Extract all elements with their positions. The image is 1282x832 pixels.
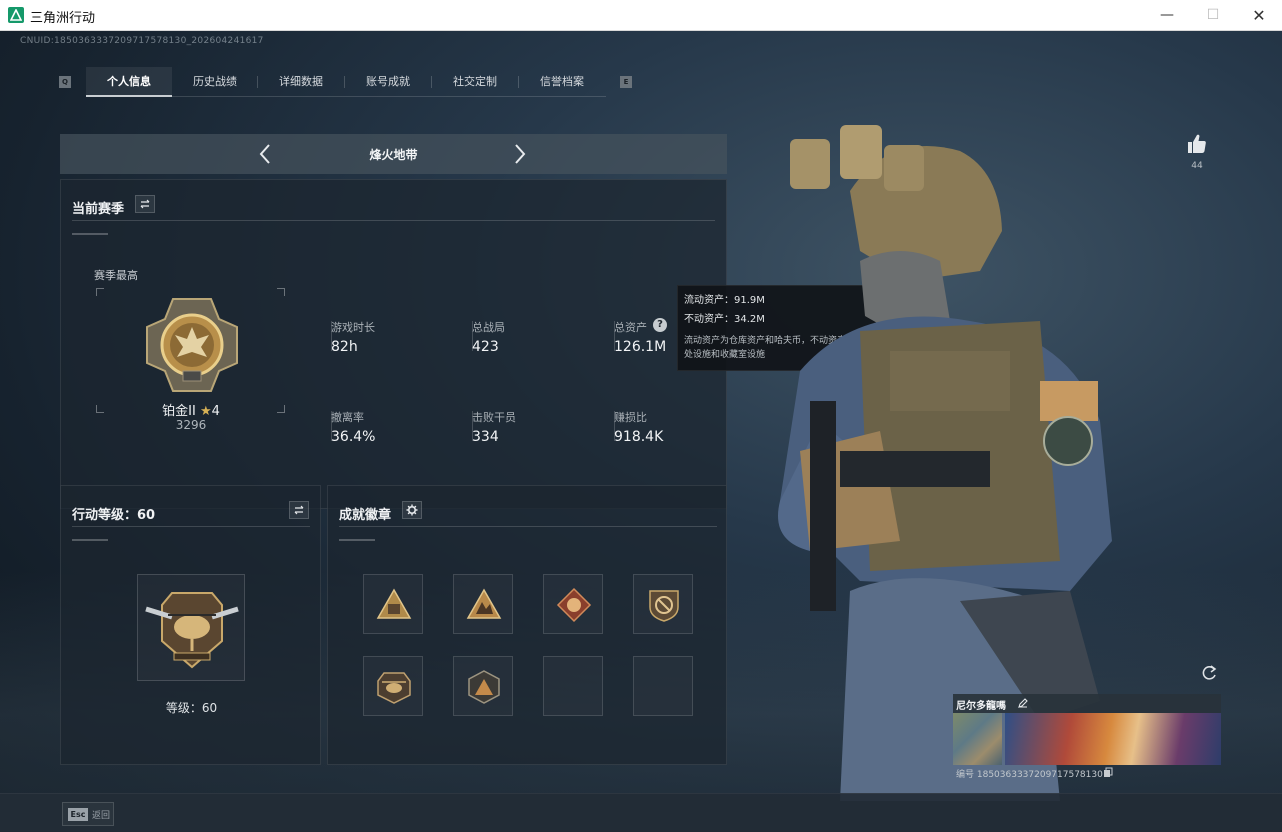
- close-button[interactable]: ✕: [1236, 0, 1282, 31]
- decor-line: [72, 539, 108, 541]
- tab-next-key[interactable]: E: [620, 76, 632, 88]
- swap-icon: [294, 505, 304, 515]
- profile-card[interactable]: 尼尔多龍嗎 编号 1850363337209717578130: [953, 694, 1221, 789]
- badge-slot[interactable]: [363, 574, 423, 634]
- help-icon[interactable]: ?: [653, 318, 667, 332]
- tab-bar: 个人信息 历史战绩 详细数据 账号成就 社交定制 信誉档案: [86, 67, 606, 97]
- esc-key-icon: Esc: [68, 808, 88, 821]
- badge-slot-empty[interactable]: [633, 656, 693, 716]
- tab-prev-key[interactable]: Q: [59, 76, 71, 88]
- mode-title: 烽火地带: [369, 148, 418, 162]
- like-widget[interactable]: 44: [1184, 133, 1210, 179]
- game-viewport: CNUID:1850363337209717578130_20260424161…: [0, 31, 1282, 832]
- back-label: 返回: [92, 811, 111, 821]
- stat-value: 82h: [331, 339, 358, 355]
- tab-details[interactable]: 详细数据: [258, 67, 344, 97]
- stat-value: 918.4K: [614, 429, 664, 445]
- stat-label: 撤离率: [331, 411, 364, 424]
- achievements-panel: 成就徽章: [327, 485, 727, 765]
- bottom-bar: Esc 返回: [0, 793, 1282, 832]
- badge-slot[interactable]: [363, 656, 423, 716]
- window-titlebar: 三角洲行动 — ☐ ✕: [0, 0, 1282, 31]
- mode-selector: 烽火地带: [60, 134, 727, 174]
- season-panel: 当前赛季 赛季最高 铂金II ★4 3296 游戏时长 82h 总战局 423 …: [60, 179, 727, 509]
- profile-name: 尼尔多龍嗎: [956, 701, 1006, 712]
- helicopter-badge-icon: [377, 672, 411, 704]
- badge-slot-empty[interactable]: [543, 656, 603, 716]
- stat-label: 击败干员: [472, 411, 516, 424]
- divider: [72, 526, 310, 527]
- divider: [72, 220, 715, 221]
- decor-line: [72, 233, 108, 235]
- stat-value: 36.4%: [331, 429, 376, 445]
- frame-corner: [96, 288, 104, 296]
- rank-emblem-icon: [146, 298, 238, 392]
- stat-value: 423: [472, 339, 499, 355]
- refresh-icon[interactable]: [1200, 664, 1218, 682]
- stat-label: 游戏时长: [331, 321, 375, 334]
- cnuid-text: CNUID:1850363337209717578130_20260424161…: [20, 36, 264, 46]
- season-title: 当前赛季: [72, 202, 125, 217]
- triangle-badge-icon: [376, 588, 412, 619]
- profile-map-thumbnail: [953, 713, 1002, 765]
- profile-banner: [1005, 713, 1221, 765]
- gear-icon: [406, 504, 418, 516]
- no-sign-badge-icon: [649, 590, 679, 622]
- badge-slot[interactable]: [543, 574, 603, 634]
- level-panel: 行动等级：60 等级：60: [60, 485, 321, 765]
- pencil-icon[interactable]: [1017, 697, 1029, 709]
- rank-stars: 4: [211, 404, 220, 419]
- stat-label: 赚损比: [614, 411, 647, 424]
- thumbs-up-icon[interactable]: [1186, 133, 1208, 155]
- decor-line: [339, 539, 375, 541]
- stat-label: 总战局: [472, 321, 505, 334]
- level-text: 等级：60: [165, 701, 218, 715]
- star-icon: ★: [199, 404, 212, 419]
- stat-value: 334: [472, 429, 499, 445]
- tab-reputation[interactable]: 信誉档案: [519, 67, 605, 97]
- badge-slot[interactable]: [633, 574, 693, 634]
- badge-slot[interactable]: [453, 574, 513, 634]
- achievements-settings-button[interactable]: [402, 501, 422, 519]
- frame-corner: [277, 288, 285, 296]
- rank-name: 铂金II ★4: [96, 400, 286, 419]
- swap-level-button[interactable]: [289, 501, 309, 519]
- window-title: 三角洲行动: [30, 11, 96, 26]
- divider: [339, 526, 717, 527]
- rank-score: 3296: [175, 418, 207, 432]
- minimize-button[interactable]: —: [1144, 0, 1190, 31]
- app-logo-icon: [8, 7, 24, 23]
- shield-triangle-badge-icon: [468, 670, 500, 704]
- helicopter-emblem-icon: [145, 592, 239, 669]
- tab-personal-info[interactable]: 个人信息: [86, 67, 172, 97]
- tab-social[interactable]: 社交定制: [432, 67, 518, 97]
- level-title: 行动等级：60: [72, 508, 156, 523]
- swap-icon: [140, 199, 150, 209]
- profile-name-bar: 尼尔多龍嗎: [953, 694, 1221, 713]
- chevron-right-icon[interactable]: [507, 142, 531, 166]
- level-emblem: [137, 574, 245, 681]
- achievements-title: 成就徽章: [339, 508, 392, 523]
- dragon-badge-icon: [556, 587, 592, 623]
- rank-name-text: 铂金II: [162, 404, 196, 419]
- swap-season-button[interactable]: [135, 195, 155, 213]
- season-peak-label: 赛季最高: [94, 269, 138, 282]
- stat-label: 总资产: [614, 321, 647, 334]
- back-button[interactable]: Esc 返回: [62, 802, 114, 826]
- tab-achievements[interactable]: 账号成就: [345, 67, 431, 97]
- profile-id: 编号 1850363337209717578130: [956, 770, 1103, 780]
- tab-history[interactable]: 历史战绩: [172, 67, 258, 97]
- creature-badge-icon: [466, 588, 502, 619]
- like-count: 44: [1191, 161, 1203, 171]
- maximize-button[interactable]: ☐: [1190, 0, 1236, 31]
- stat-value: 126.1M: [614, 339, 667, 355]
- badge-slot[interactable]: [453, 656, 513, 716]
- copy-icon[interactable]: [1103, 767, 1113, 778]
